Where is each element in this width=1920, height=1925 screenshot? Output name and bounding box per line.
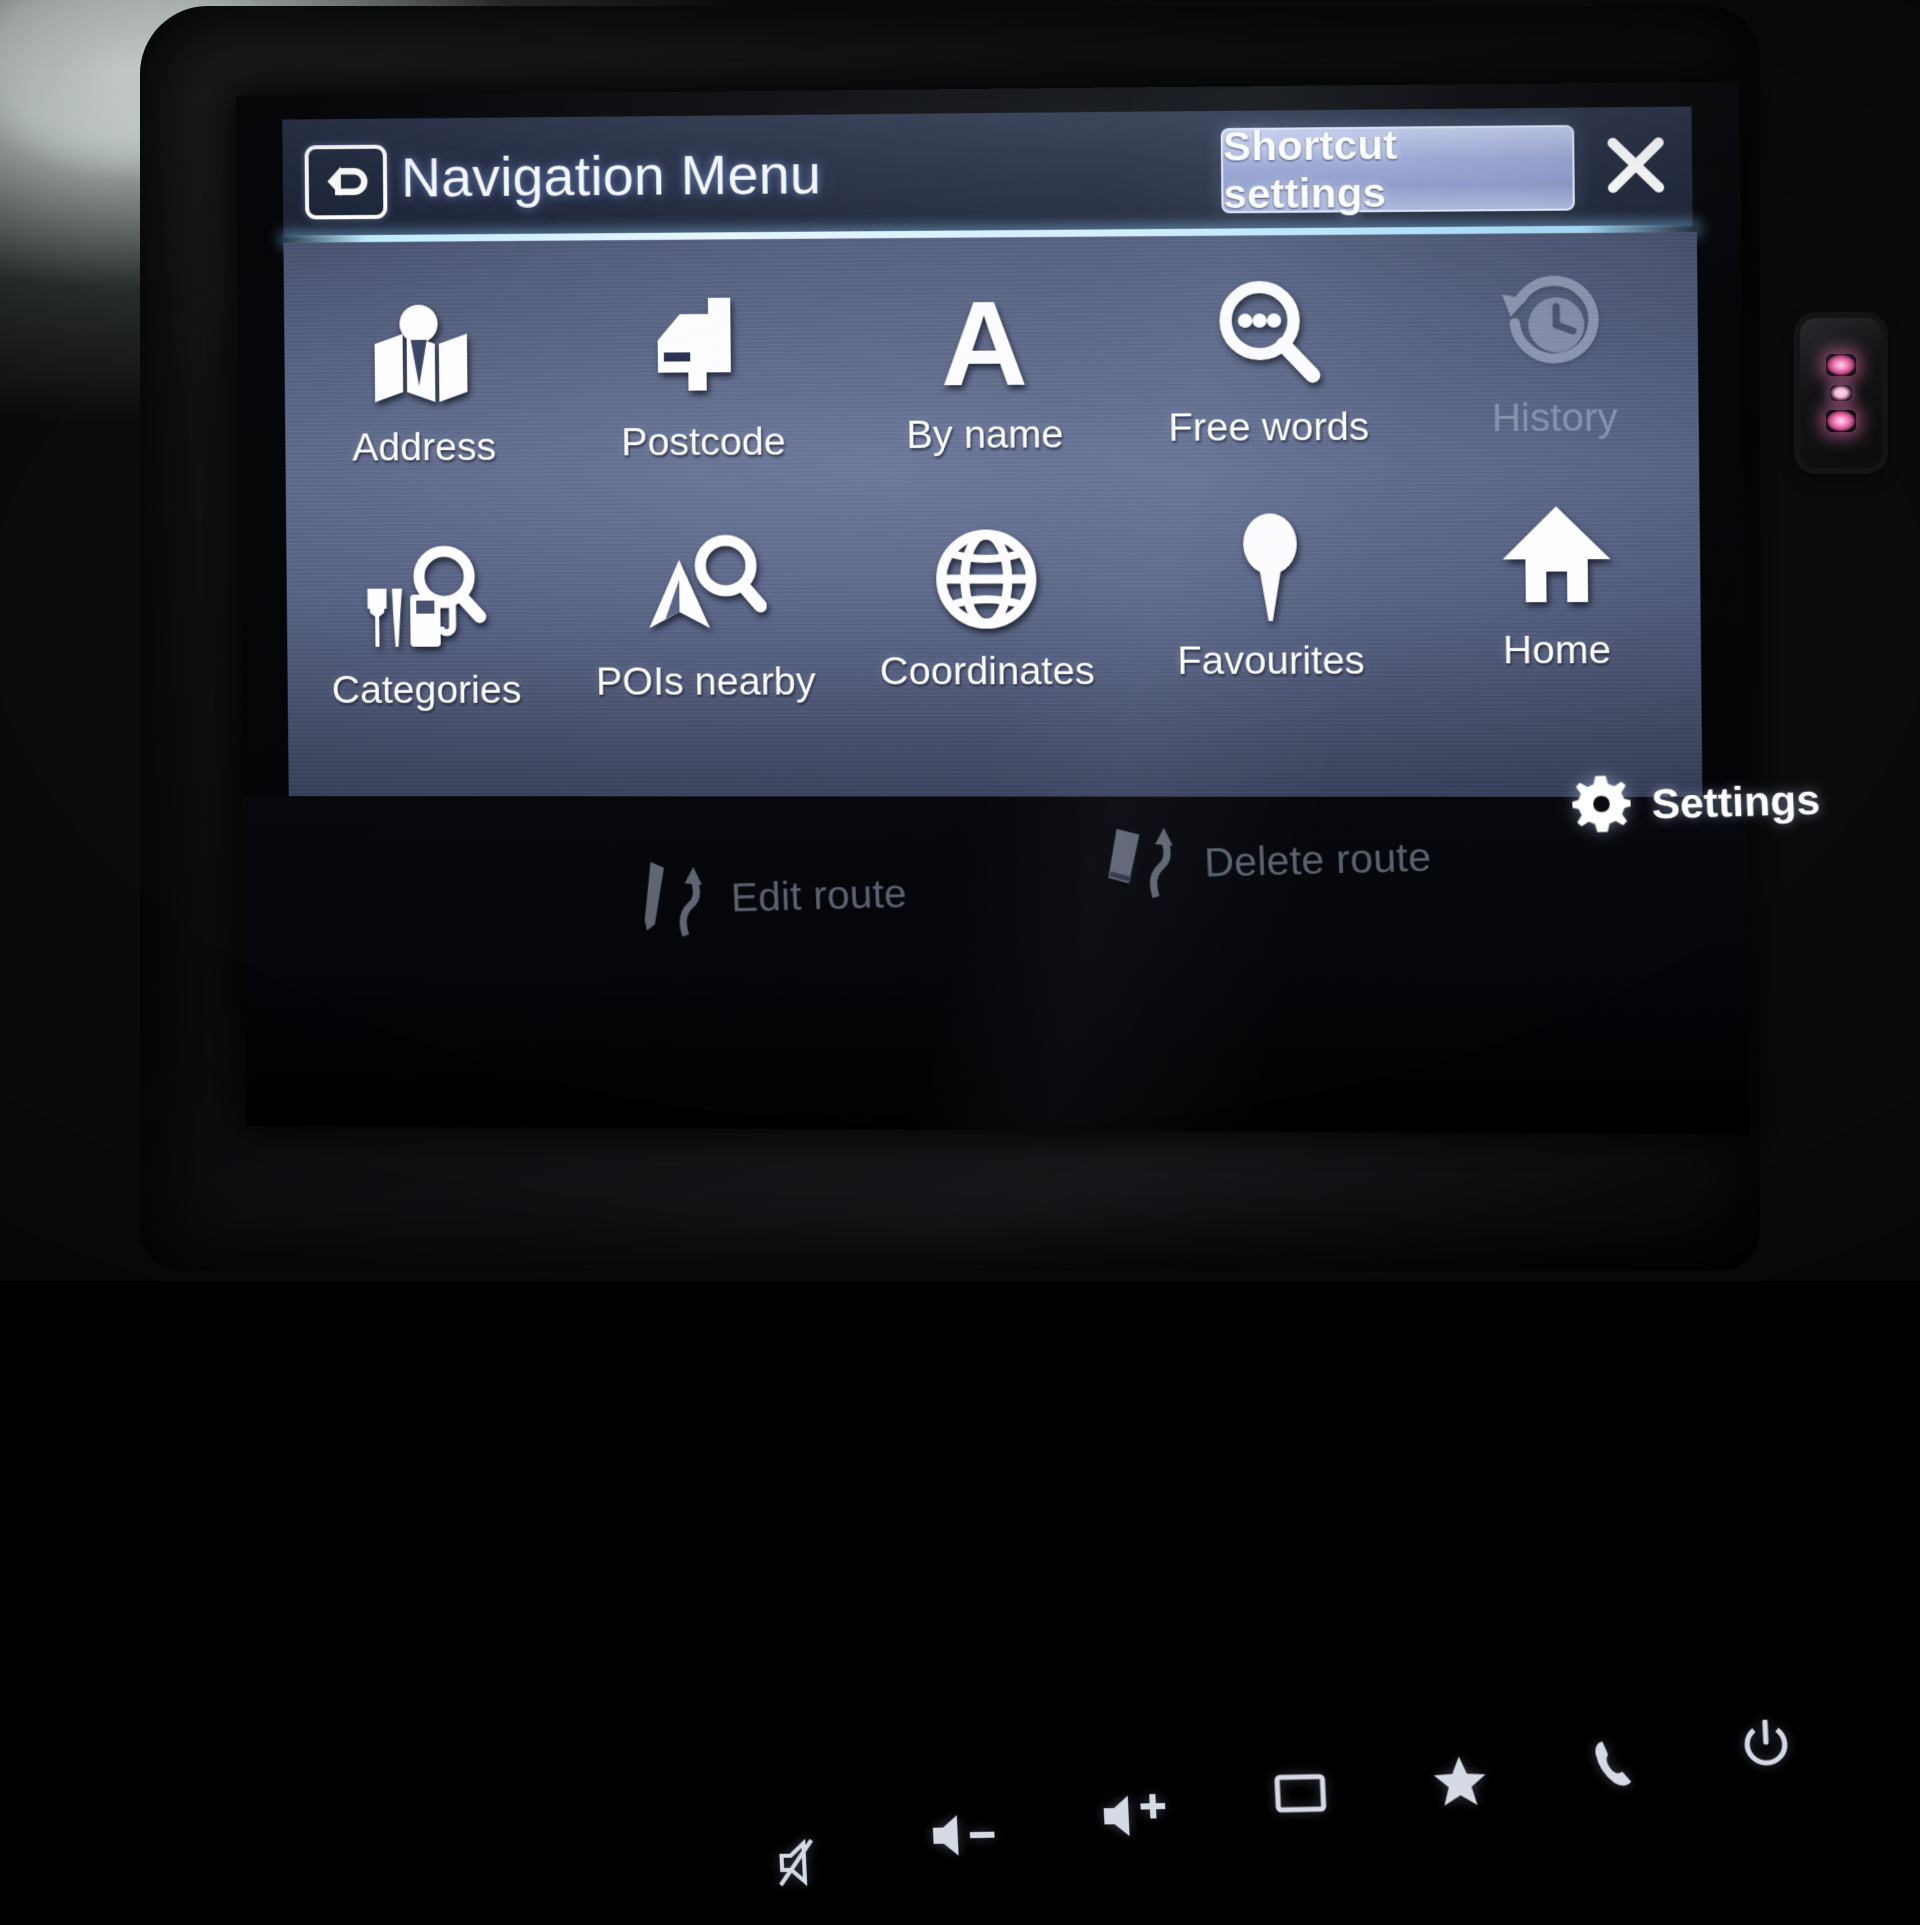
rocker-led-bottom bbox=[1826, 410, 1856, 432]
display-rectangle-icon[interactable] bbox=[1273, 1769, 1331, 1817]
back-arrow-icon bbox=[324, 165, 368, 199]
hardware-button-row bbox=[774, 1756, 1799, 1907]
navigation-menu-ui: Navigation Menu Shortcut settings bbox=[236, 82, 1750, 1135]
magnifier-dots-icon bbox=[1210, 271, 1326, 391]
house-icon bbox=[1497, 494, 1614, 615]
menu-item-label: Address bbox=[352, 426, 496, 471]
shortcut-settings-button[interactable]: Shortcut settings bbox=[1221, 125, 1575, 213]
rocker-led-middle bbox=[1830, 385, 1852, 401]
delete-route-label: Delete route bbox=[1203, 834, 1432, 886]
dashboard-surround: Navigation Menu Shortcut settings bbox=[0, 0, 1920, 1281]
map-pin-icon bbox=[1212, 505, 1328, 625]
menu-row-2: Categories POIs nearby bbox=[286, 526, 1701, 707]
menu-item-coordinates[interactable]: Coordinates bbox=[845, 516, 1129, 695]
menu-item-label: By name bbox=[906, 413, 1064, 458]
phone-handset-icon[interactable] bbox=[1590, 1737, 1638, 1791]
gear-icon bbox=[1571, 774, 1632, 838]
menu-item-label: Categories bbox=[332, 669, 522, 713]
menu-item-history: History bbox=[1410, 261, 1699, 442]
menu-item-label: Free words bbox=[1168, 405, 1369, 451]
power-icon[interactable] bbox=[1739, 1719, 1794, 1773]
back-button[interactable] bbox=[305, 145, 388, 220]
speaker-mute-icon[interactable] bbox=[777, 1838, 830, 1887]
menu-item-label: POIs nearby bbox=[596, 660, 816, 705]
eraser-route-icon bbox=[1104, 821, 1187, 908]
bottom-toolbar: Edit route Delete route bbox=[243, 796, 1750, 1134]
physical-rocker-button[interactable] bbox=[1800, 318, 1882, 468]
globe-icon bbox=[929, 516, 1045, 636]
infotainment-screen[interactable]: Navigation Menu Shortcut settings bbox=[236, 82, 1750, 1135]
close-button[interactable] bbox=[1598, 133, 1674, 201]
menu-item-label: History bbox=[1492, 396, 1618, 441]
svg-text:A: A bbox=[940, 286, 1028, 400]
menu-item-home[interactable]: Home bbox=[1412, 494, 1701, 674]
speaker-minus-icon[interactable] bbox=[928, 1810, 1000, 1860]
edit-route-button: Edit route bbox=[636, 851, 908, 943]
menu-row-1: Address Postcode bbox=[284, 285, 1699, 471]
menu-item-categories[interactable]: Categories bbox=[286, 536, 566, 713]
clock-history-icon bbox=[1495, 261, 1612, 382]
speaker-plus-icon[interactable] bbox=[1099, 1789, 1173, 1843]
menu-item-free-words[interactable]: Free words bbox=[1125, 271, 1412, 451]
menu-item-postcode[interactable]: Postcode bbox=[562, 287, 844, 466]
star-icon[interactable] bbox=[1431, 1754, 1489, 1808]
menu-item-label: Favourites bbox=[1177, 639, 1365, 684]
letter-a-icon: A bbox=[926, 279, 1042, 399]
settings-button[interactable]: Settings bbox=[1571, 769, 1821, 838]
close-icon bbox=[1603, 134, 1668, 201]
menu-item-by-name[interactable]: A By name bbox=[842, 279, 1126, 458]
menu-item-label: Postcode bbox=[621, 420, 786, 465]
settings-label: Settings bbox=[1651, 776, 1822, 829]
menu-item-favourites[interactable]: Favourites bbox=[1127, 505, 1414, 684]
menu-item-address[interactable]: Address bbox=[284, 293, 564, 471]
menu-item-label: Coordinates bbox=[880, 650, 1095, 695]
edit-route-label: Edit route bbox=[730, 871, 908, 921]
pencil-route-icon bbox=[636, 856, 714, 942]
mailbox-icon bbox=[645, 287, 760, 406]
map-person-icon bbox=[366, 293, 480, 412]
rocker-led-top bbox=[1826, 354, 1856, 376]
menu-item-pois-nearby[interactable]: POIs nearby bbox=[564, 527, 846, 705]
menu-panel: Address Postcode bbox=[283, 232, 1702, 824]
delete-route-button: Delete route bbox=[1104, 815, 1433, 909]
page-title: Navigation Menu bbox=[401, 139, 822, 213]
header-bar: Navigation Menu Shortcut settings bbox=[282, 107, 1692, 238]
navarrow-magnifier-icon bbox=[642, 527, 767, 646]
menu-item-label: Home bbox=[1503, 629, 1611, 674]
cutlery-fuel-magnifier-icon bbox=[362, 536, 490, 655]
shortcut-settings-label: Shortcut settings bbox=[1223, 120, 1573, 219]
